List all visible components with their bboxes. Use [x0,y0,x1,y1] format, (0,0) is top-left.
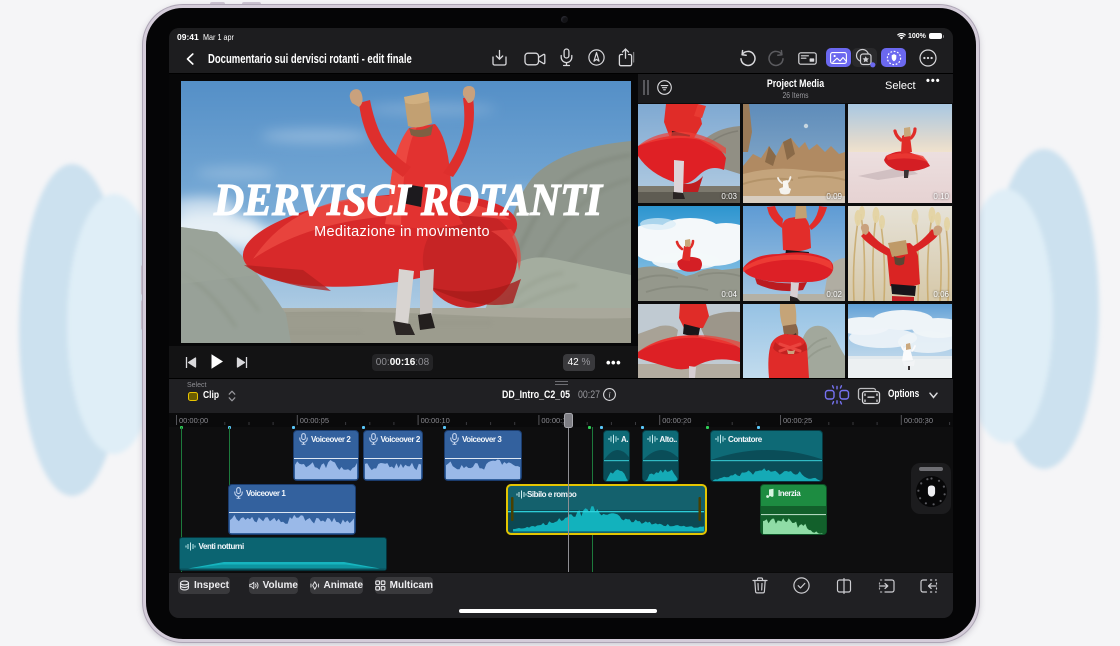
svg-text:00:00:25: 00:00:25 [783,416,812,425]
svg-text:DERVISCI ROTANTI: DERVISCI ROTANTI [213,175,603,225]
svg-text:00:00:10: 00:00:10 [421,416,450,425]
svg-text:00:00:05: 00:00:05 [300,416,329,425]
svg-text:00:00:00: 00:00:00 [179,416,208,425]
svg-text:00:00:30: 00:00:30 [904,416,933,425]
svg-text:Meditazione in movimento: Meditazione in movimento [314,224,490,240]
svg-text:i: i [608,390,611,399]
svg-text:00:00:20: 00:00:20 [662,416,691,425]
